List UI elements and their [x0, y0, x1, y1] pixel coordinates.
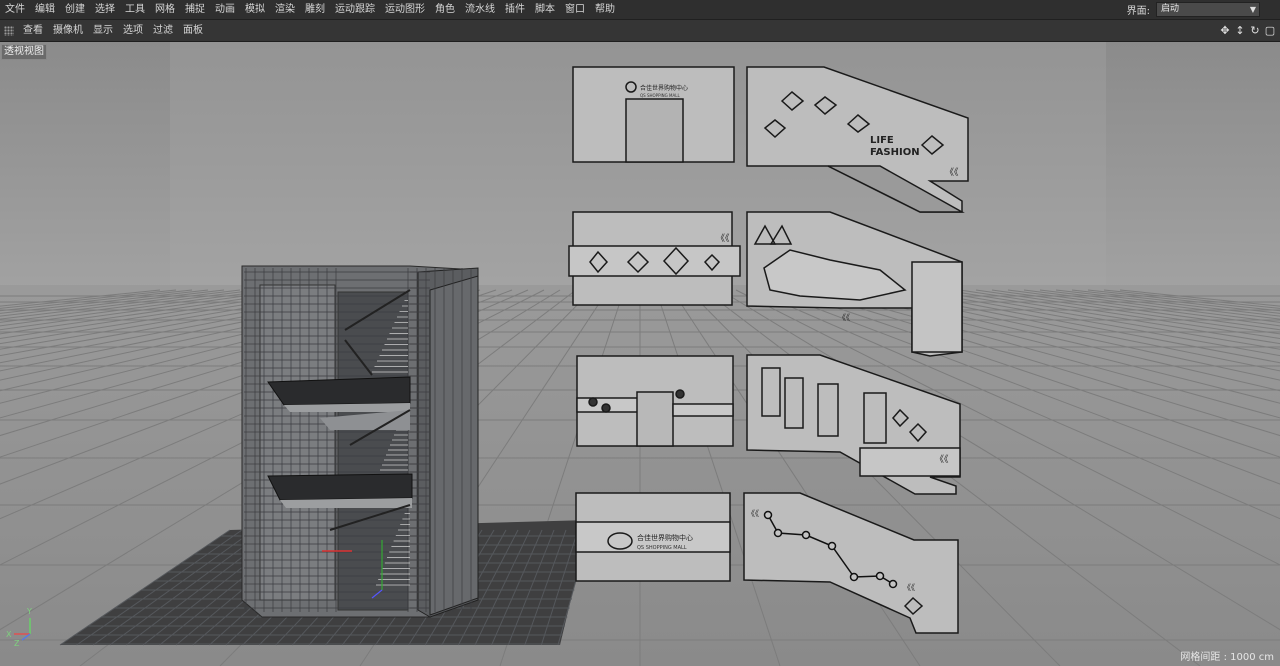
brand-sub-2: QS SHOPPING MALL — [637, 545, 687, 551]
chevron-down-icon: ▼ — [1249, 5, 1256, 14]
panel-hexagon-strip[interactable]: 《《 — [568, 211, 741, 306]
axis-y-label: Y — [26, 607, 32, 616]
menu-item[interactable]: 插件 — [500, 0, 530, 19]
chevrons-5: 《《 — [747, 509, 759, 518]
viewport-menu-item[interactable]: 查看 — [18, 20, 48, 41]
move-view-icon[interactable]: ✥ — [1219, 24, 1231, 37]
brand-text-2: 合佳世界购物中心 — [637, 533, 693, 542]
grid-spacing: 网格间距 : 1000 cm — [1180, 652, 1274, 663]
viewport-menu-item[interactable]: 显示 — [88, 20, 118, 41]
zoom-view-icon[interactable]: ↕ — [1234, 24, 1246, 37]
chevrons-4: 《《 — [935, 454, 949, 465]
toggle-view-icon[interactable]: ▢ — [1264, 24, 1276, 37]
layout-switcher: 界面: 启动 ▼ — [1127, 0, 1260, 19]
viewport-toolbar: 查看 摄像机 显示 选项 过滤 面板 — [0, 20, 1280, 42]
menu-item[interactable]: 选择 — [90, 0, 120, 19]
menu-item[interactable]: 运动图形 — [380, 0, 430, 19]
chevrons-3: 《《 — [838, 313, 850, 322]
menu-item[interactable]: 编辑 — [30, 0, 60, 19]
chevrons-1: 《《 — [945, 167, 959, 178]
menu-item[interactable]: 角色 — [430, 0, 460, 19]
fashion-text: FASHION — [870, 147, 920, 158]
viewport-menu-item[interactable]: 过滤 — [148, 20, 178, 41]
rotate-view-icon[interactable]: ↻ — [1249, 24, 1261, 37]
viewport-menu-item[interactable]: 面板 — [178, 20, 208, 41]
life-text: LIFE — [870, 135, 894, 146]
menu-item[interactable]: 工具 — [120, 0, 150, 19]
menu-item[interactable]: 渲染 — [270, 0, 300, 19]
menu-item[interactable]: 文件 — [0, 0, 30, 19]
menu-item[interactable]: 帮助 — [590, 0, 620, 19]
perspective-viewport[interactable]: 合佳世界购物中心 QS SHOPPING MALL LIFE FASHION 《… — [0, 42, 1280, 666]
brand-text-1: 合佳世界购物中心 — [640, 84, 688, 92]
menu-item[interactable]: 捕捉 — [180, 0, 210, 19]
menu-item[interactable]: 运动跟踪 — [330, 0, 380, 19]
viewport-nav-icons: ✥ ↕ ↻ ▢ — [1219, 20, 1276, 41]
layout-label: 界面: — [1126, 6, 1150, 17]
chevrons-2: 《《 — [716, 233, 730, 244]
layout-value: 启动 — [1161, 4, 1180, 14]
menu-item[interactable]: 创建 — [60, 0, 90, 19]
viewport-menu-item[interactable]: 摄像机 — [48, 20, 88, 41]
menu-bar: 文件 编辑 创建 选择 工具 网格 捕捉 动画 模拟 渲染 雕刻 运动跟踪 运动图形 角色 流水线 插件 脚本窗… — [0, 0, 1280, 20]
menu-item[interactable]: 动画 — [210, 0, 240, 19]
axis-z-label: Z — [14, 639, 20, 648]
chevrons-6: 《《 — [903, 583, 915, 592]
menu-item[interactable]: 流水线 — [460, 0, 500, 19]
panel-entrance-1[interactable]: 合佳世界购物中心 QS SHOPPING MALL — [572, 66, 735, 163]
menu-item[interactable]: 网格 — [150, 0, 180, 19]
panel-entrance-2[interactable]: 合佳世界购物中心 QS SHOPPING MALL — [575, 492, 731, 582]
panel-display-shelf[interactable] — [576, 355, 734, 447]
viewport-menu-item[interactable]: 选项 — [118, 20, 148, 41]
menu-item[interactable]: 脚本 — [530, 0, 560, 19]
grip-icon[interactable] — [4, 25, 14, 36]
stair-building-model[interactable] — [241, 265, 479, 618]
brand-sub-1: QS SHOPPING MALL — [640, 93, 680, 98]
menu-item[interactable]: 窗口 — [560, 0, 590, 19]
menu-item[interactable]: 雕刻 — [300, 0, 330, 19]
layout-select[interactable]: 启动 ▼ — [1156, 2, 1260, 17]
axis-x-label: X — [6, 630, 12, 639]
menu-item[interactable]: 模拟 — [240, 0, 270, 19]
viewport-name[interactable]: 透视视图 — [1, 44, 47, 60]
viewport-scene: 合佳世界购物中心 QS SHOPPING MALL LIFE FASHION 《… — [0, 42, 1280, 666]
